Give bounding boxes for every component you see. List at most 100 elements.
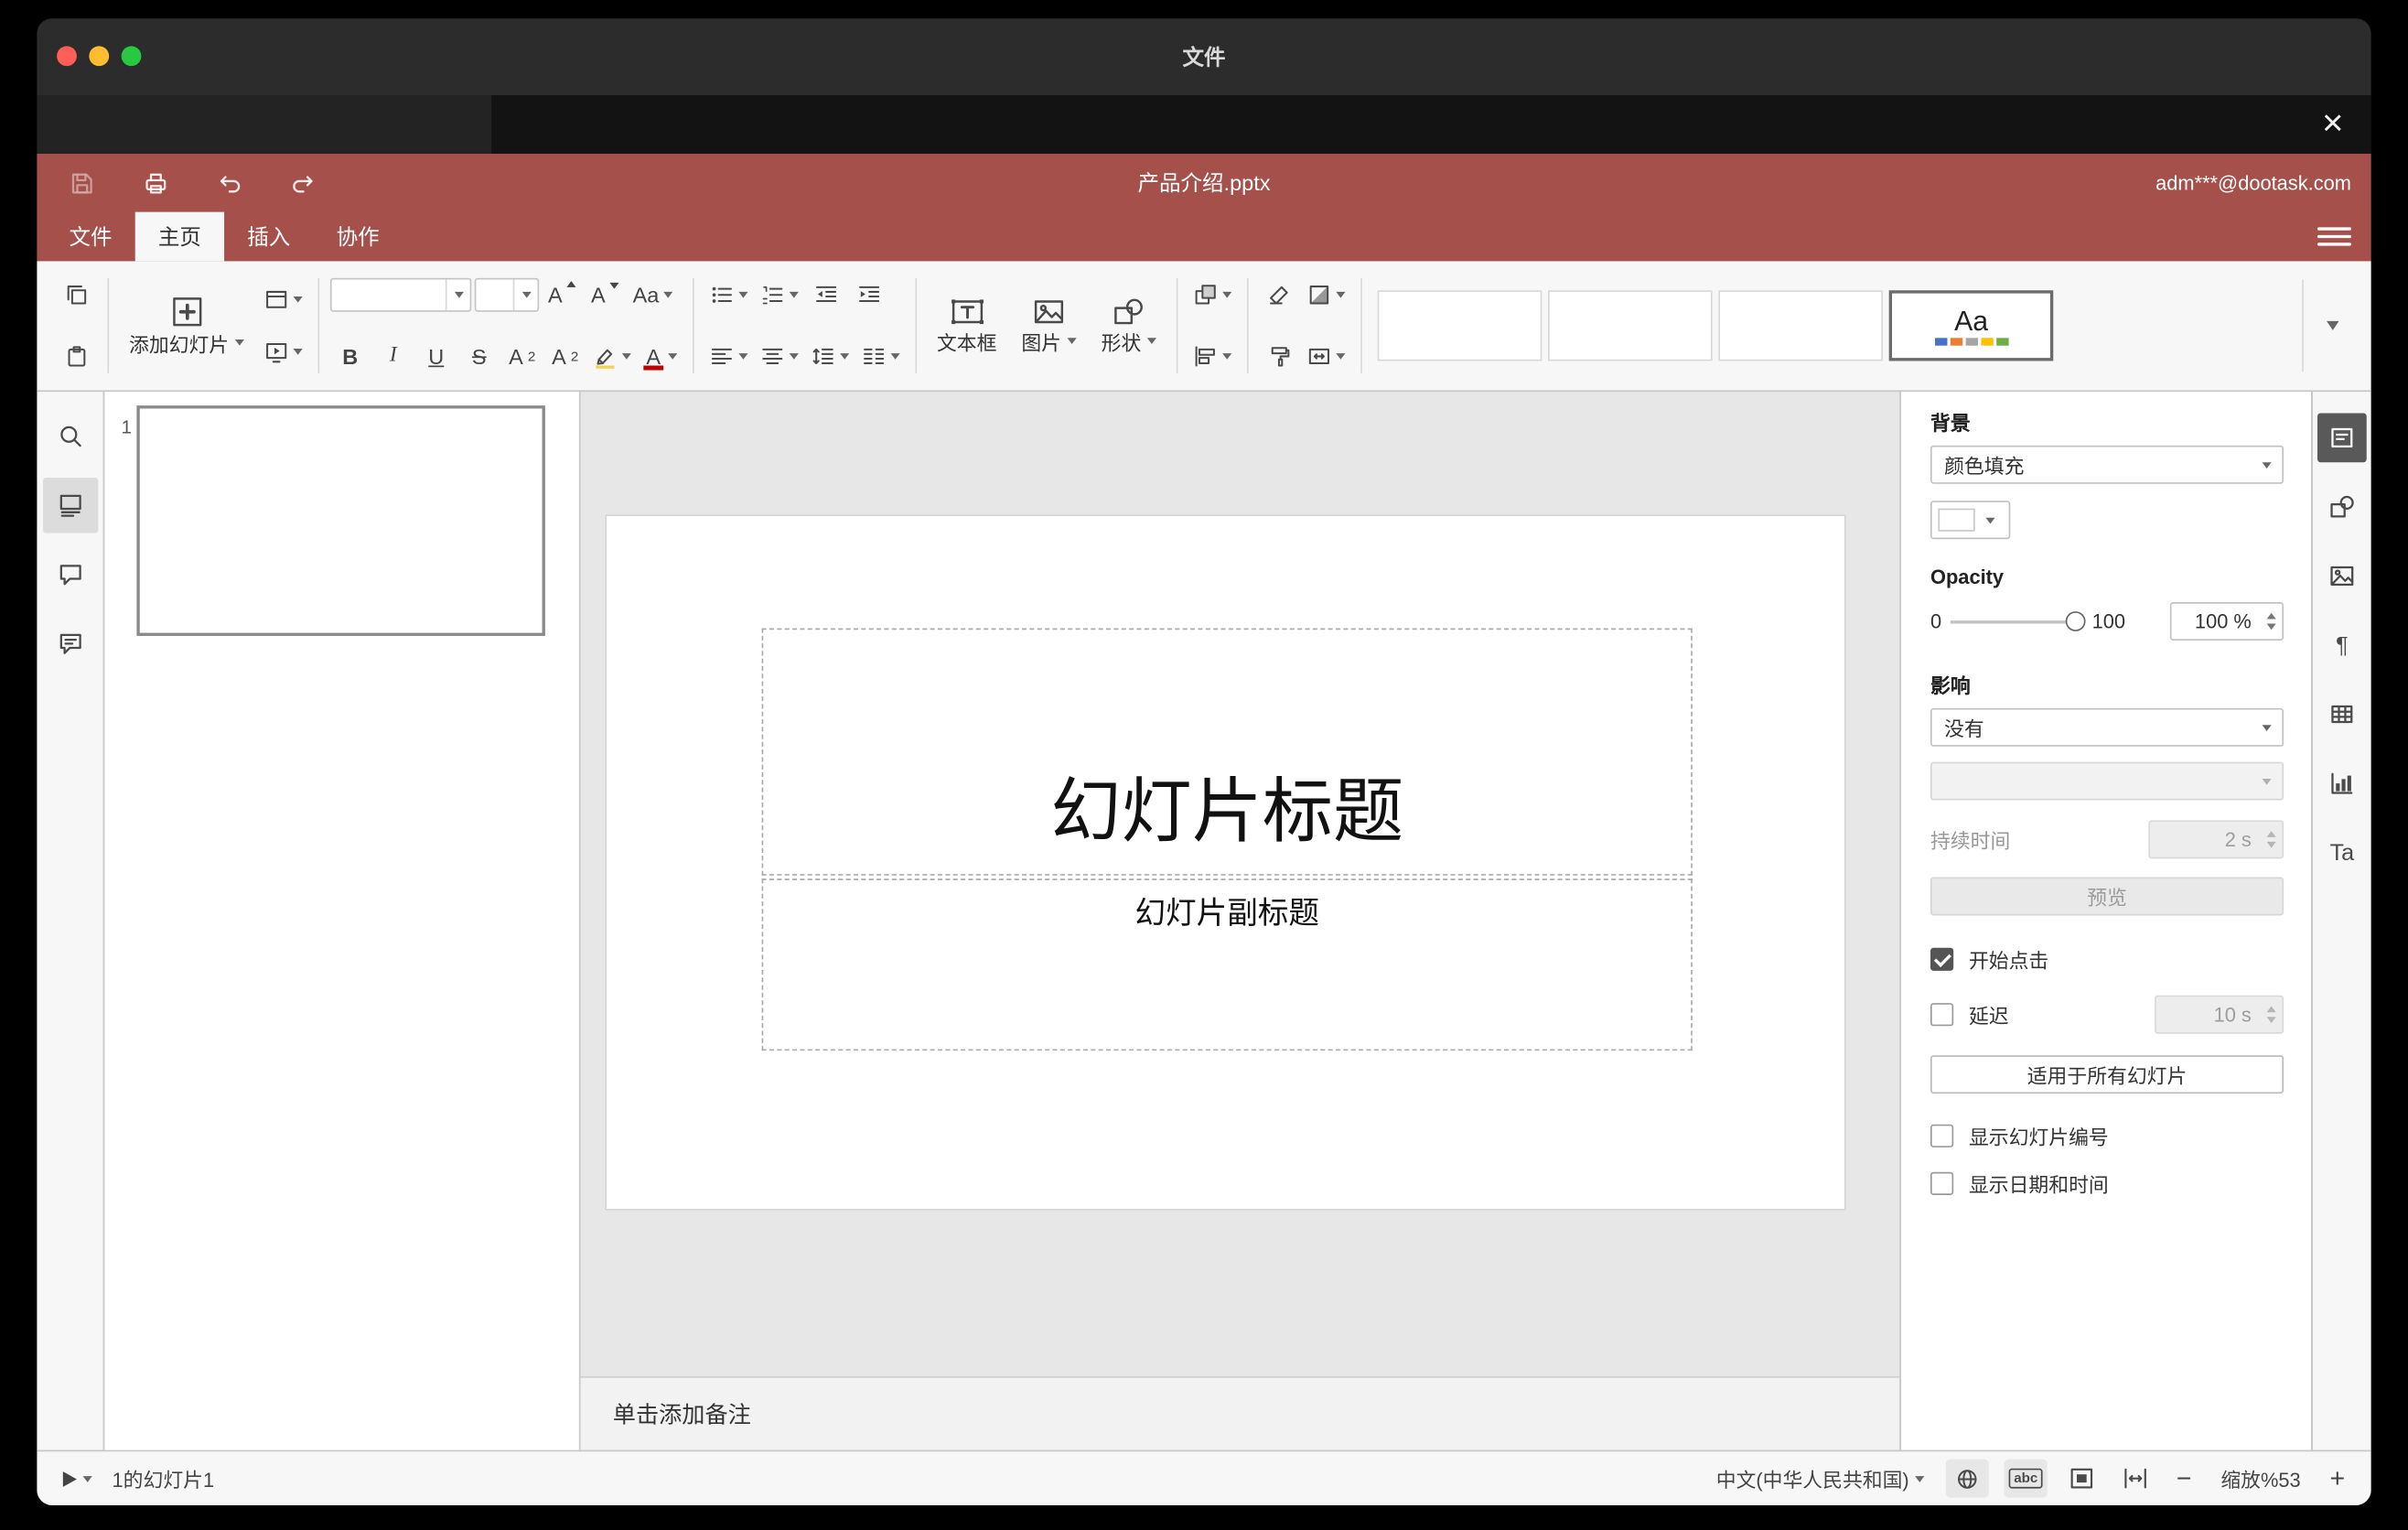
theme-option-2[interactable] <box>1548 290 1713 361</box>
apply-to-all-slides-button[interactable]: 适用于所有幻灯片 <box>1930 1055 2284 1094</box>
bold-button[interactable]: B <box>330 337 371 377</box>
paragraph-group <box>697 269 912 382</box>
undo-button[interactable] <box>203 161 255 204</box>
menu-button[interactable] <box>2317 221 2351 253</box>
tab-insert[interactable]: 插入 <box>224 212 313 262</box>
chat-panel-button[interactable] <box>42 616 97 671</box>
show-slide-number-checkbox[interactable] <box>1930 1124 1954 1148</box>
paste-button[interactable] <box>57 337 97 377</box>
horizontal-align-button[interactable] <box>705 337 753 377</box>
opacity-min-label: 0 <box>1930 609 1942 633</box>
strikeout-button[interactable]: S <box>459 337 500 377</box>
superscript-button[interactable]: A2 <box>502 337 543 377</box>
spinner-arrows[interactable] <box>2259 604 2282 640</box>
start-on-click-checkbox[interactable] <box>1930 947 1954 971</box>
shape-settings-button[interactable] <box>2317 482 2367 532</box>
start-slideshow-status-button[interactable] <box>57 1459 98 1499</box>
add-slide-button[interactable]: 添加幻灯片 <box>120 289 253 361</box>
font-color-button[interactable]: A <box>639 337 682 377</box>
show-date-time-checkbox[interactable] <box>1930 1171 1954 1195</box>
columns-icon <box>862 344 887 369</box>
theme-option-1[interactable] <box>1377 290 1543 361</box>
redo-button[interactable] <box>276 161 328 204</box>
decrease-font-button[interactable]: A <box>586 275 626 315</box>
background-fill-select[interactable]: 颜色填充 <box>1930 445 2284 484</box>
print-button[interactable] <box>129 161 181 204</box>
fit-width-button[interactable] <box>2116 1459 2155 1499</box>
bullets-button[interactable] <box>705 275 753 315</box>
highlight-color-button[interactable] <box>588 337 636 377</box>
close-editor-button[interactable]: × <box>2313 104 2353 145</box>
insert-shape-button[interactable]: 形状 <box>1092 291 1166 361</box>
theme-option-3[interactable] <box>1718 290 1884 361</box>
subscript-button[interactable]: A2 <box>545 337 586 377</box>
chevron-down-icon <box>521 291 531 298</box>
start-slideshow-button[interactable] <box>260 332 307 372</box>
slider-knob[interactable] <box>2066 610 2086 631</box>
numbering-button[interactable] <box>756 275 803 315</box>
comments-panel-button[interactable] <box>42 547 97 602</box>
increase-font-button[interactable]: A <box>543 275 583 315</box>
slide-title-placeholder[interactable]: 幻灯片标题 <box>761 628 1693 876</box>
font-name-select[interactable] <box>329 277 472 312</box>
slide-settings-panel: 背景 颜色填充 Opacity 0 100 100 % 影响 没有 持续时间 2… <box>1899 392 2312 1450</box>
table-settings-button[interactable] <box>2317 690 2367 739</box>
vertical-align-button[interactable] <box>756 337 803 377</box>
copy-button[interactable] <box>57 275 97 315</box>
font-size-select[interactable] <box>474 277 540 312</box>
increase-indent-button[interactable] <box>849 275 889 315</box>
fit-slide-button[interactable] <box>2063 1459 2102 1499</box>
document-language-button[interactable] <box>1945 1459 1989 1498</box>
search-panel-button[interactable] <box>42 409 97 464</box>
opacity-max-label: 100 <box>2091 609 2126 633</box>
insert-textbox-button[interactable]: 文本框 <box>928 291 1006 361</box>
opacity-slider[interactable] <box>1951 610 2086 632</box>
tab-file[interactable]: 文件 <box>46 212 134 262</box>
clear-style-button[interactable] <box>1260 275 1300 315</box>
change-case-button[interactable]: Aa <box>629 275 678 315</box>
image-settings-button[interactable] <box>2317 552 2367 601</box>
slide-canvas[interactable]: 幻灯片标题 幻灯片副标题 <box>605 514 1846 1211</box>
slide-settings-button[interactable] <box>2317 413 2367 463</box>
tab-home[interactable]: 主页 <box>134 211 225 262</box>
theme-option-selected[interactable]: Aa <box>1888 290 2054 361</box>
undo-icon <box>216 169 242 196</box>
chevron-down-icon <box>789 353 799 360</box>
zoom-out-button[interactable]: − <box>2170 1459 2198 1499</box>
slide-canvas-area[interactable]: 幻灯片标题 幻灯片副标题 <box>580 392 1900 1377</box>
arrange-shape-button[interactable] <box>1188 275 1236 315</box>
slide-background-button[interactable] <box>1303 275 1350 315</box>
transition-effect-select[interactable]: 没有 <box>1930 707 2284 747</box>
paragraph-settings-button[interactable]: ¶ <box>2317 620 2367 670</box>
tab-collaboration[interactable]: 协作 <box>313 212 402 262</box>
language-selector[interactable]: 中文(中华人民共和国) <box>1710 1459 1930 1499</box>
slide-thumbnail-1[interactable] <box>136 405 545 636</box>
textart-settings-button[interactable]: Ta <box>2317 828 2367 878</box>
align-shape-button[interactable] <box>1188 337 1236 377</box>
columns-button[interactable] <box>857 337 905 377</box>
delay-checkbox[interactable] <box>1930 1003 1954 1027</box>
line-spacing-button[interactable] <box>806 337 854 377</box>
slide-subtitle-placeholder[interactable]: 幻灯片副标题 <box>761 878 1693 1051</box>
insert-image-button[interactable]: 图片 <box>1012 291 1086 361</box>
opacity-spinner[interactable]: 100 % <box>2169 602 2284 641</box>
zoom-in-button[interactable]: + <box>2324 1459 2351 1499</box>
background-color-select[interactable] <box>1930 501 2011 540</box>
delay-row: 延迟 10 s <box>1930 995 2284 1034</box>
copy-style-button[interactable] <box>1260 337 1300 377</box>
theme-gallery-expand-button[interactable] <box>2313 280 2353 372</box>
slide-size-button[interactable] <box>1303 337 1350 377</box>
spellcheck-button[interactable]: abc <box>2004 1459 2048 1498</box>
window-title: 文件 <box>1182 44 1226 70</box>
notes-input[interactable]: 单击添加备注 <box>580 1376 1900 1450</box>
slides-panel-button[interactable] <box>42 478 98 533</box>
chevron-down-icon <box>663 291 673 298</box>
slide-layout-button[interactable] <box>260 280 307 320</box>
show-slide-number-label: 显示幻灯片编号 <box>1968 1126 2109 1149</box>
align-left-icon <box>710 344 735 369</box>
chart-settings-button[interactable] <box>2317 759 2367 808</box>
underline-button[interactable]: U <box>416 337 457 377</box>
save-button[interactable] <box>55 161 107 204</box>
decrease-indent-button[interactable] <box>806 275 846 315</box>
italic-button[interactable]: I <box>373 337 414 377</box>
